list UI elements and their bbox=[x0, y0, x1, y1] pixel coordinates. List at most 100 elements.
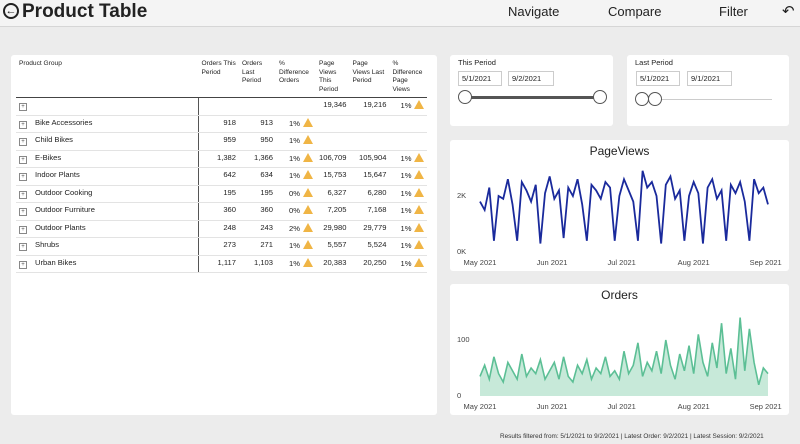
cell-text: 1,117 bbox=[217, 257, 236, 267]
cell-text: 360 bbox=[223, 205, 236, 214]
orders-last-cell: 243 bbox=[239, 220, 276, 238]
cell-text: 1% bbox=[289, 118, 300, 128]
cell-text: Shrubs bbox=[35, 240, 60, 249]
table-row[interactable]: + Child Bikes 959 950 1% bbox=[16, 132, 428, 151]
cell-text: 6,327 bbox=[327, 187, 347, 197]
pv-diff-cell bbox=[389, 132, 428, 151]
orders-last-cell: 195 bbox=[239, 185, 276, 203]
col-header-diff-pv[interactable]: % Difference Page Views bbox=[389, 58, 428, 98]
col-header-orders-this[interactable]: Orders This Period bbox=[198, 58, 239, 98]
last-period-start-handle[interactable] bbox=[635, 92, 649, 106]
pv-last-cell: 29,779 bbox=[349, 220, 390, 238]
this-period-end-input[interactable]: 9/2/2021 bbox=[508, 71, 554, 86]
this-period-start-input[interactable]: 5/1/2021 bbox=[458, 71, 502, 86]
product-table: Product Group Orders This Period Orders … bbox=[16, 58, 428, 273]
table-row[interactable]: + Bike Accessories 918 913 1% bbox=[16, 115, 428, 133]
pv-this-cell: 5,557 bbox=[316, 237, 350, 256]
warning-triangle-icon bbox=[414, 152, 425, 162]
cell-text: 7,205 bbox=[327, 205, 347, 214]
cell-text: 5,524 bbox=[367, 240, 387, 249]
pv-last-cell: 19,216 bbox=[349, 97, 390, 116]
pv-this-cell: 6,327 bbox=[316, 185, 350, 203]
this-period-start-handle[interactable] bbox=[458, 90, 472, 104]
undo-arrow-icon[interactable]: ↶ bbox=[782, 2, 795, 20]
col-header-pv-last[interactable]: Page Views Last Period bbox=[349, 58, 390, 98]
table-row[interactable]: + Indoor Plants 642 634 1% 15,753 15,647 1% bbox=[16, 167, 428, 186]
orders-this-cell: 248 bbox=[198, 220, 239, 238]
product-group-cell: + Shrubs bbox=[16, 237, 199, 256]
cell-text: 19,346 bbox=[323, 100, 347, 109]
this-period-slider-track[interactable] bbox=[465, 96, 600, 99]
orders-last-cell: 950 bbox=[239, 132, 276, 151]
expand-plus-icon[interactable]: + bbox=[19, 225, 27, 234]
table-row[interactable]: + Urban Bikes 1,117 1,103 1% 20,383 20,250 1% bbox=[16, 255, 428, 273]
table-row[interactable]: + Outdoor Furniture 360 360 0% 7,205 7,168 1% bbox=[16, 202, 428, 221]
last-period-end-input[interactable]: 9/1/2021 bbox=[687, 71, 732, 86]
cell-text: 15,753 bbox=[323, 170, 347, 179]
x-tick-label: Jul 2021 bbox=[607, 402, 635, 411]
table-row[interactable]: + Outdoor Plants 248 243 2% 29,980 29,779 1% bbox=[16, 220, 428, 238]
filter-button[interactable]: Filter bbox=[719, 4, 748, 20]
pv-last-cell: 6,280 bbox=[349, 185, 390, 203]
cell-text: 195 bbox=[260, 187, 273, 197]
cell-text: 195 bbox=[223, 187, 236, 197]
cell-text: 273 bbox=[223, 240, 236, 249]
col-header-orders-last[interactable]: Orders Last Period bbox=[239, 58, 276, 98]
table-row[interactable]: + Shrubs 273 271 1% 5,557 5,524 1% bbox=[16, 237, 428, 256]
col-header-product-group[interactable]: Product Group bbox=[16, 58, 199, 98]
this-period-label: This Period bbox=[458, 58, 496, 67]
col-header-pv-this[interactable]: Page Views This Period bbox=[316, 58, 350, 98]
pv-last-cell: 5,524 bbox=[349, 237, 390, 256]
cell-text: 1% bbox=[289, 241, 300, 250]
y-tick-label: 0K bbox=[457, 247, 466, 256]
cell-text: 918 bbox=[223, 117, 236, 127]
warning-triangle-icon bbox=[414, 222, 425, 232]
warning-triangle-icon bbox=[303, 170, 313, 179]
navigate-button[interactable]: Navigate bbox=[508, 4, 559, 20]
pv-this-cell: 20,383 bbox=[316, 255, 350, 273]
last-period-end-handle[interactable] bbox=[648, 92, 662, 106]
pv-last-cell: 7,168 bbox=[349, 202, 390, 221]
orders-diff-cell: 1% bbox=[276, 167, 316, 186]
cell-text: 1% bbox=[400, 241, 412, 250]
expand-plus-icon[interactable]: + bbox=[19, 243, 27, 251]
cell-text: 29,779 bbox=[363, 222, 387, 232]
last-period-start-input[interactable]: 5/1/2021 bbox=[636, 71, 680, 86]
col-header-diff-orders[interactable]: % Difference Orders bbox=[276, 58, 316, 98]
pv-last-cell: 20,250 bbox=[349, 255, 390, 273]
cell-text: 1% bbox=[400, 153, 412, 163]
expand-plus-icon[interactable]: + bbox=[19, 120, 27, 129]
expand-plus-icon[interactable]: + bbox=[19, 155, 27, 164]
expand-plus-icon[interactable]: + bbox=[19, 260, 27, 269]
back-arrow-circle-icon[interactable]: ← bbox=[3, 3, 19, 19]
product-group-cell: + Urban Bikes bbox=[16, 255, 199, 273]
orders-diff-cell: 1% bbox=[276, 255, 316, 273]
cell-text: 360 bbox=[260, 205, 273, 214]
orders-diff-cell: 2% bbox=[276, 220, 316, 238]
compare-button[interactable]: Compare bbox=[608, 4, 661, 20]
expand-plus-icon[interactable]: + bbox=[19, 138, 27, 146]
orders-this-cell: 273 bbox=[198, 237, 239, 256]
table-row[interactable]: + E-Bikes 1,382 1,366 1% 106,709 105,904 1% bbox=[16, 150, 428, 168]
this-period-end-handle[interactable] bbox=[593, 90, 607, 104]
expand-plus-icon[interactable]: + bbox=[19, 173, 27, 181]
pv-diff-cell: 1% bbox=[389, 255, 428, 273]
cell-text: 271 bbox=[260, 240, 273, 249]
x-tick-label: May 2021 bbox=[464, 258, 497, 267]
orders-this-cell: 918 bbox=[198, 115, 239, 133]
pv-diff-cell bbox=[389, 115, 428, 133]
warning-triangle-icon bbox=[414, 187, 425, 197]
expand-plus-icon[interactable]: + bbox=[19, 208, 27, 216]
expand-plus-icon[interactable]: + bbox=[19, 190, 27, 199]
cell-text: 0% bbox=[289, 188, 300, 198]
warning-triangle-icon bbox=[303, 240, 313, 249]
expand-plus-icon[interactable]: + bbox=[19, 103, 27, 111]
table-row[interactable]: +19,346 19,216 1% bbox=[16, 97, 428, 116]
table-row[interactable]: + Outdoor Cooking 195 195 0% 6,327 6,280 1% bbox=[16, 185, 428, 203]
pv-diff-cell: 1% bbox=[389, 150, 428, 168]
pv-this-cell: 29,980 bbox=[316, 220, 350, 238]
orders-diff-cell: 1% bbox=[276, 150, 316, 168]
orders-chart-panel: Orders May 2021 Jun 2021 Jul 2021 Aug 2021 S… bbox=[450, 284, 789, 415]
cell-text: 105,904 bbox=[359, 152, 387, 162]
cell-text: 106,709 bbox=[319, 152, 347, 162]
